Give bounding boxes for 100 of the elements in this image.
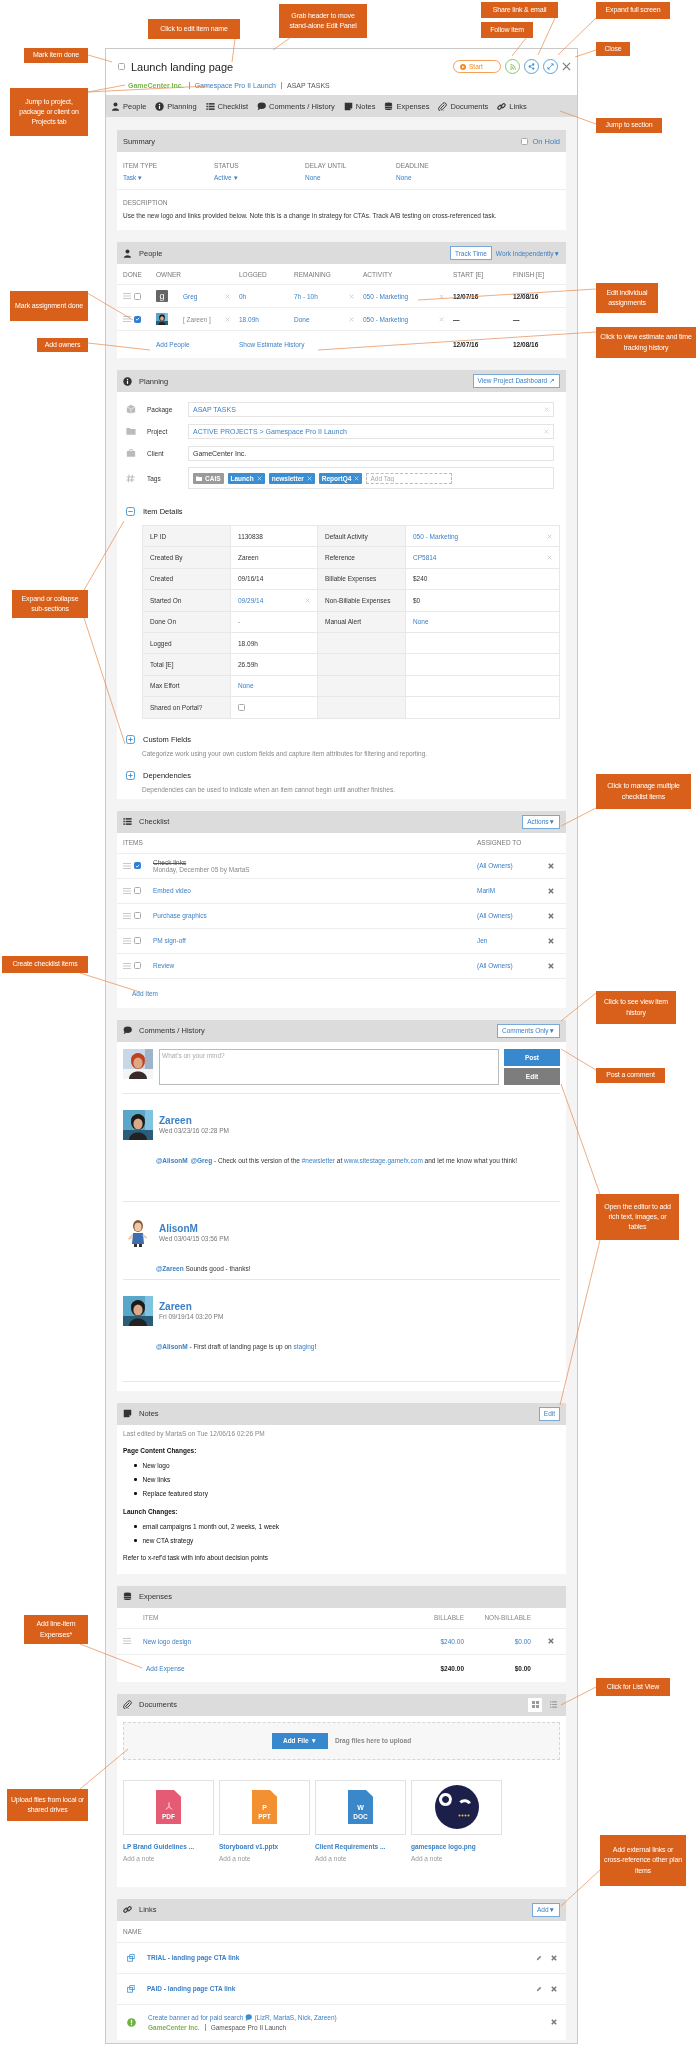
folder-icon xyxy=(126,426,136,436)
checkbox[interactable] xyxy=(238,703,245,711)
clear-icon[interactable] xyxy=(256,475,262,481)
rss-button[interactable] xyxy=(505,59,520,74)
delete-icon[interactable] xyxy=(548,937,554,944)
share-button[interactable] xyxy=(524,59,539,74)
delete-icon[interactable] xyxy=(548,962,554,969)
drag-handle-icon[interactable] xyxy=(123,887,131,894)
bullet-icon xyxy=(134,1539,137,1542)
close-icon[interactable] xyxy=(562,62,571,71)
play-icon xyxy=(460,63,466,70)
file-thumbnail[interactable] xyxy=(411,1779,502,1835)
drag-handle-icon[interactable] xyxy=(123,912,131,919)
delete-icon[interactable] xyxy=(548,1638,554,1644)
briefcase-icon xyxy=(126,448,136,458)
avatar-icon: g xyxy=(156,290,168,302)
database-icon xyxy=(123,1592,132,1601)
drag-handle-icon[interactable] xyxy=(123,316,131,322)
check-icon xyxy=(135,316,140,322)
pencil-icon[interactable] xyxy=(536,1954,542,1961)
leader-line xyxy=(560,1869,601,1907)
delete-icon[interactable] xyxy=(548,862,554,869)
leader-line xyxy=(272,37,291,51)
expand-icon[interactable] xyxy=(126,771,135,780)
clear-icon[interactable] xyxy=(354,475,360,481)
speech-bubble-icon xyxy=(123,1026,132,1035)
database-icon xyxy=(384,101,394,111)
comment-author[interactable]: AlisonM xyxy=(159,1222,229,1234)
clear-icon[interactable] xyxy=(305,597,310,603)
bullet-icon xyxy=(134,1464,137,1467)
delete-icon[interactable] xyxy=(551,1985,557,1992)
checkbox[interactable] xyxy=(134,937,141,944)
clear-icon[interactable] xyxy=(306,475,312,481)
expand-icon xyxy=(547,63,554,70)
external-link-icon[interactable] xyxy=(127,1953,135,1962)
person-icon xyxy=(123,248,132,258)
collapse-icon[interactable] xyxy=(126,506,135,516)
list-icon xyxy=(205,101,215,111)
delete-icon[interactable] xyxy=(551,2019,557,2025)
delete-icon[interactable] xyxy=(548,887,554,894)
leader-line xyxy=(560,1686,597,1706)
share-icon xyxy=(528,63,535,70)
paperclip-icon xyxy=(438,101,448,111)
drag-handle-icon[interactable] xyxy=(123,293,131,299)
package-icon xyxy=(126,404,136,414)
leader-line xyxy=(79,972,141,993)
clear-icon[interactable] xyxy=(547,555,552,561)
leader-line xyxy=(560,992,597,1022)
clear-icon[interactable] xyxy=(544,406,549,412)
drag-handle-icon[interactable] xyxy=(123,937,131,944)
grid-view-button[interactable] xyxy=(528,1697,542,1712)
clear-icon[interactable] xyxy=(349,293,354,299)
link-icon xyxy=(497,101,507,111)
rss-icon xyxy=(509,63,516,70)
alert-icon xyxy=(127,2017,136,2027)
item-title[interactable]: Launch landing page xyxy=(131,60,234,73)
clear-icon[interactable] xyxy=(349,316,354,322)
list-icon xyxy=(123,817,132,826)
info-icon xyxy=(155,101,165,111)
delete-icon[interactable] xyxy=(551,1954,557,1961)
comment-author[interactable]: Zareen xyxy=(159,1114,229,1126)
clear-icon[interactable] xyxy=(225,293,230,299)
clear-icon[interactable] xyxy=(439,293,444,299)
checkbox[interactable] xyxy=(134,887,141,894)
external-link-icon[interactable] xyxy=(127,1984,135,1993)
leader-line xyxy=(560,807,597,827)
folder-icon xyxy=(196,475,202,481)
checkbox[interactable] xyxy=(118,63,125,70)
clear-icon[interactable] xyxy=(547,533,552,539)
drag-handle-icon[interactable] xyxy=(123,862,131,869)
note-icon xyxy=(343,101,353,111)
leader-line xyxy=(511,37,527,57)
drag-handle-icon[interactable] xyxy=(123,962,131,969)
delete-icon[interactable] xyxy=(548,912,554,919)
pdf-symbol-icon xyxy=(164,1802,173,1810)
checkbox[interactable] xyxy=(134,315,141,323)
speech-bubble-icon xyxy=(257,101,266,111)
expand-icon[interactable] xyxy=(126,735,135,744)
checkbox[interactable] xyxy=(134,962,141,969)
leader-line xyxy=(79,1748,129,1790)
clear-icon[interactable] xyxy=(225,316,230,322)
leader-line xyxy=(83,520,125,591)
leader-line xyxy=(559,110,597,125)
list-icon xyxy=(549,1701,557,1708)
leader-line xyxy=(87,342,151,351)
clear-icon[interactable] xyxy=(439,316,444,322)
drag-handle-icon[interactable] xyxy=(123,1638,131,1644)
checkbox[interactable] xyxy=(134,292,141,300)
checkbox[interactable] xyxy=(521,137,529,145)
checkbox[interactable] xyxy=(134,912,141,919)
link-icon xyxy=(123,1905,132,1914)
clear-icon[interactable] xyxy=(544,428,549,434)
comment-author[interactable]: Zareen xyxy=(159,1300,224,1312)
pencil-icon[interactable] xyxy=(536,1985,542,1992)
checkbox[interactable] xyxy=(134,862,141,869)
leader-line xyxy=(79,1643,143,1669)
person-icon xyxy=(111,101,120,111)
expand-button[interactable] xyxy=(543,59,558,74)
note-icon xyxy=(123,1409,132,1418)
leader-line xyxy=(87,54,113,63)
